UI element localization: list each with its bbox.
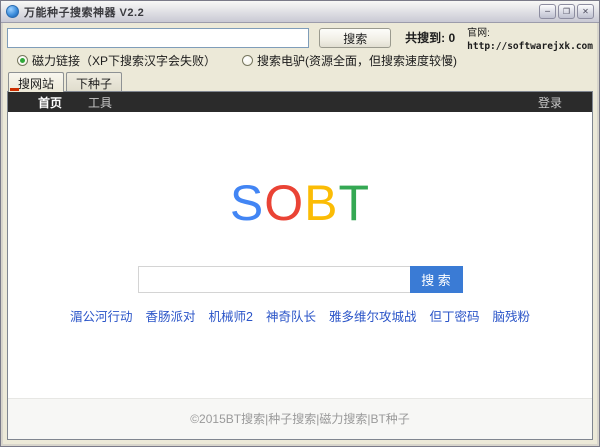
page-search-button[interactable]: 搜 索 bbox=[410, 266, 463, 293]
hot-link[interactable]: 机械师2 bbox=[209, 306, 253, 325]
page-search-bar: 搜 索 bbox=[138, 266, 463, 293]
page-content: SOBT 搜 索 湄公河行动香肠派对机械师2 神奇队长雅多维尔攻城战但丁密码脑残粉… bbox=[8, 112, 592, 439]
page-search-input[interactable] bbox=[138, 266, 410, 293]
embedded-browser: 首页 工具 登录 SOBT 搜 索 湄公河行动香肠派对机械师2 神奇队长雅多维尔攻… bbox=[7, 91, 593, 440]
logo-letter: O bbox=[264, 175, 304, 231]
minimize-button[interactable]: ─ bbox=[539, 4, 556, 19]
nav-tools[interactable]: 工具 bbox=[88, 94, 112, 111]
close-button[interactable]: ✕ bbox=[577, 4, 594, 19]
hot-link[interactable]: 神奇队长 bbox=[266, 306, 316, 325]
tab-bar: 搜网站 下种子 bbox=[7, 72, 593, 91]
toolbar: 搜索 共搜到: 0 官网: http://softwarejxk.com bbox=[7, 28, 593, 50]
page-footer: ©2015BT搜索|种子搜索|磁力搜索|BT种子 bbox=[8, 398, 592, 439]
maximize-icon: ❐ bbox=[563, 7, 570, 16]
website-label: 官网: bbox=[467, 28, 593, 41]
maximize-button[interactable]: ❐ bbox=[558, 4, 575, 19]
radio-selected-icon bbox=[17, 55, 28, 66]
tab-download-torrent[interactable]: 下种子 bbox=[66, 72, 122, 91]
client-area: 搜索 共搜到: 0 官网: http://softwarejxk.com 磁力链… bbox=[1, 23, 599, 446]
tab-search-site[interactable]: 搜网站 bbox=[8, 72, 64, 92]
logo-letter: B bbox=[304, 175, 338, 231]
search-input[interactable] bbox=[7, 28, 309, 48]
website-url: http://softwarejxk.com bbox=[467, 41, 593, 53]
app-icon bbox=[6, 5, 19, 18]
radio-edonkey-label: 搜索电驴(资源全面，但搜索速度较慢) bbox=[257, 52, 457, 69]
window-title: 万能种子搜索神器 V2.2 bbox=[24, 4, 534, 20]
logo-letter: T bbox=[339, 175, 371, 231]
hot-link[interactable]: 但丁密码 bbox=[429, 306, 479, 325]
radio-edonkey[interactable]: 搜索电驴(资源全面，但搜索速度较慢) bbox=[242, 52, 457, 69]
site-navbar: 首页 工具 登录 bbox=[8, 92, 592, 112]
window-controls: ─ ❐ ✕ bbox=[539, 4, 594, 19]
nav-login[interactable]: 登录 bbox=[538, 94, 562, 111]
hot-link[interactable]: 雅多维尔攻城战 bbox=[329, 306, 417, 325]
hot-link[interactable]: 脑残粉 bbox=[493, 306, 531, 325]
logo-letter: S bbox=[230, 175, 264, 231]
minimize-icon: ─ bbox=[545, 7, 550, 16]
search-mode-options: 磁力链接（XP下搜索汉字会失败） 搜索电驴(资源全面，但搜索速度较慢) bbox=[17, 53, 593, 68]
radio-unselected-icon bbox=[242, 55, 253, 66]
app-window: 万能种子搜索神器 V2.2 ─ ❐ ✕ 搜索 共搜到: 0 官网: http:/… bbox=[0, 0, 600, 447]
hot-link[interactable]: 湄公河行动 bbox=[70, 306, 133, 325]
result-count: 共搜到: 0 bbox=[405, 28, 455, 48]
close-icon: ✕ bbox=[582, 7, 589, 16]
title-bar: 万能种子搜索神器 V2.2 ─ ❐ ✕ bbox=[1, 1, 599, 23]
sobt-logo: SOBT bbox=[230, 178, 370, 228]
search-button[interactable]: 搜索 bbox=[319, 28, 391, 48]
hot-links-row: 湄公河行动香肠派对机械师2 神奇队长雅多维尔攻城战但丁密码脑残粉 bbox=[70, 306, 530, 325]
official-site: 官网: http://softwarejxk.com bbox=[467, 28, 593, 52]
radio-magnet-link[interactable]: 磁力链接（XP下搜索汉字会失败） bbox=[17, 52, 216, 69]
radio-magnet-label: 磁力链接（XP下搜索汉字会失败） bbox=[32, 52, 216, 69]
nav-home[interactable]: 首页 bbox=[38, 94, 62, 111]
hot-link[interactable]: 香肠派对 bbox=[145, 306, 195, 325]
